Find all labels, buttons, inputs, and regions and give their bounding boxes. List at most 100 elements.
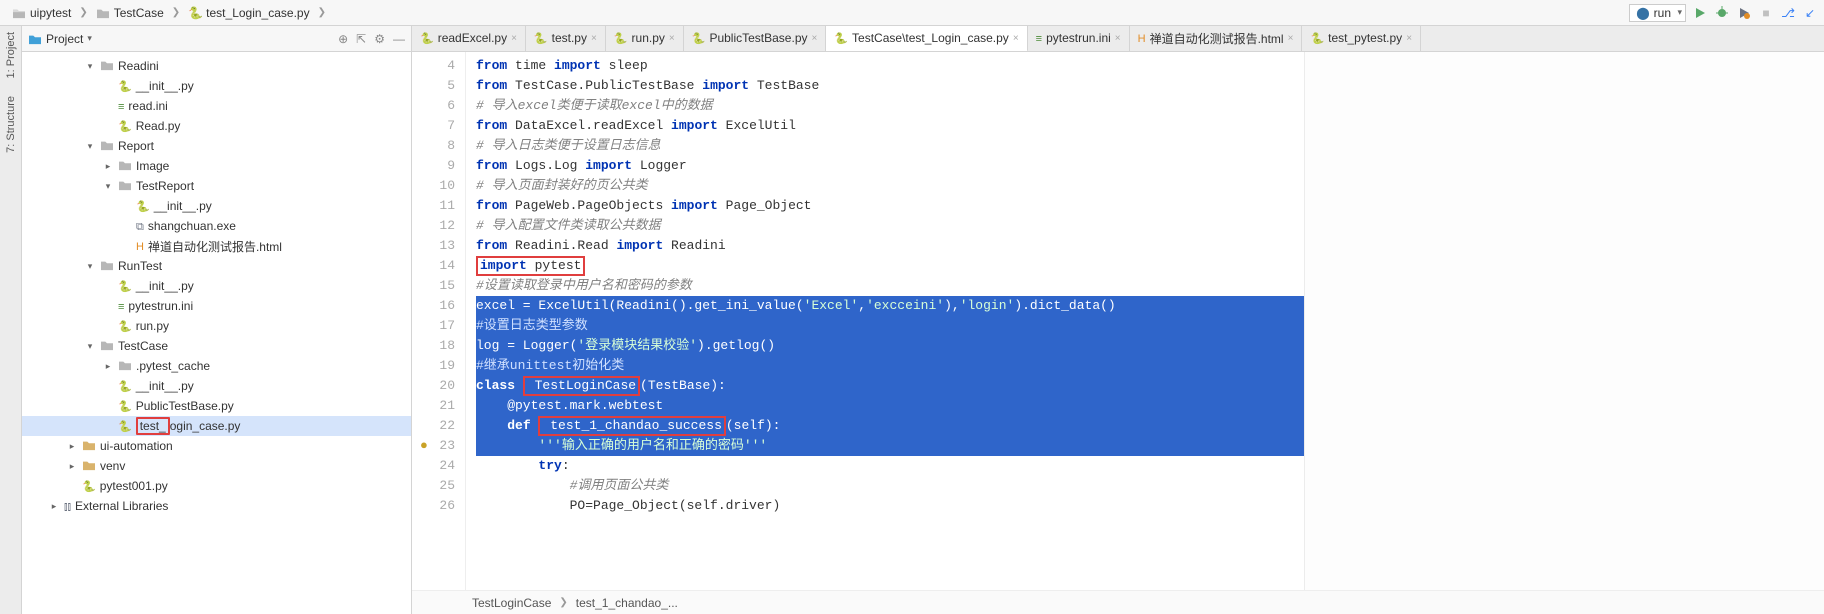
- close-icon[interactable]: ×: [1013, 33, 1019, 44]
- code-line[interactable]: #调用页面公共类: [476, 476, 1304, 496]
- dropdown-icon[interactable]: ▾: [87, 33, 92, 44]
- tree-label: Read.py: [136, 119, 181, 133]
- status-crumb-item[interactable]: test_1_chandao_...: [576, 596, 678, 610]
- vcs-branch-icon[interactable]: ⎇: [1780, 5, 1796, 21]
- tree-item[interactable]: 🐍Read.py: [22, 116, 411, 136]
- breadcrumb-item[interactable]: uipytest: [6, 4, 77, 22]
- hide-icon[interactable]: —: [393, 32, 405, 46]
- tree-item[interactable]: 🐍test_ogin_case.py: [22, 416, 411, 436]
- tree-item[interactable]: 🐍__init__.py: [22, 196, 411, 216]
- tree-item[interactable]: ⧉shangchuan.exe: [22, 216, 411, 236]
- code-line[interactable]: # 导入日志类便于设置日志信息: [476, 136, 1304, 156]
- tree-item[interactable]: ▸.pytest_cache: [22, 356, 411, 376]
- expander-icon[interactable]: ▸: [48, 501, 60, 512]
- tree-item[interactable]: ▸Image: [22, 156, 411, 176]
- editor-tab[interactable]: 🐍run.py×: [606, 26, 684, 51]
- status-crumb-item[interactable]: TestLoginCase: [472, 596, 551, 610]
- code-line[interactable]: from Logs.Log import Logger: [476, 156, 1304, 176]
- editor-tab[interactable]: 🐍test.py×: [526, 26, 606, 51]
- tree-item[interactable]: 🐍__init__.py: [22, 276, 411, 296]
- ini-icon: ≡: [1036, 31, 1042, 45]
- code-line[interactable]: def test_1_chandao_success(self):: [476, 416, 1304, 436]
- folder-icon: [28, 33, 42, 45]
- close-icon[interactable]: ×: [1115, 33, 1121, 44]
- editor-tab[interactable]: 🐍readExcel.py×: [412, 26, 526, 51]
- close-icon[interactable]: ×: [511, 33, 517, 44]
- tree-item[interactable]: ≡pytestrun.ini: [22, 296, 411, 316]
- code-editor[interactable]: from time import sleepfrom TestCase.Publ…: [466, 52, 1304, 590]
- code-breadcrumb: TestLoginCase ❯ test_1_chandao_...: [412, 590, 1824, 614]
- code-line[interactable]: excel = ExcelUtil(Readini().get_ini_valu…: [476, 296, 1304, 316]
- editor-tab[interactable]: ≡pytestrun.ini×: [1028, 26, 1130, 51]
- rail-structure[interactable]: 7: Structure: [5, 96, 17, 153]
- tree-item[interactable]: ▾RunTest: [22, 256, 411, 276]
- close-icon[interactable]: ×: [669, 33, 675, 44]
- expander-icon[interactable]: ▸: [66, 461, 78, 472]
- tree-item[interactable]: ▸⫾⫾External Libraries: [22, 496, 411, 516]
- code-line[interactable]: from DataExcel.readExcel import ExcelUti…: [476, 116, 1304, 136]
- expander-icon[interactable]: ▾: [84, 61, 96, 72]
- breadcrumb-label: uipytest: [30, 6, 71, 20]
- editor-tab[interactable]: H禅道自动化测试报告.html×: [1130, 26, 1303, 51]
- code-line[interactable]: #设置读取登录中用户名和密码的参数: [476, 276, 1304, 296]
- close-icon[interactable]: ×: [1288, 33, 1294, 44]
- vcs-update-icon[interactable]: ↙: [1802, 5, 1818, 21]
- tree-item[interactable]: 🐍__init__.py: [22, 376, 411, 396]
- tree-item[interactable]: ▸venv: [22, 456, 411, 476]
- expander-icon[interactable]: ▸: [66, 441, 78, 452]
- code-line[interactable]: # 导入excel类便于读取excel中的数据: [476, 96, 1304, 116]
- tree-label: __init__.py: [136, 379, 194, 393]
- tree-item[interactable]: H禅道自动化测试报告.html: [22, 236, 411, 256]
- code-line[interactable]: import pytest: [476, 256, 1304, 276]
- tree-item[interactable]: ▾TestCase: [22, 336, 411, 356]
- code-line[interactable]: '''输入正确的用户名和正确的密码''': [476, 436, 1304, 456]
- code-line[interactable]: # 导入页面封装好的页公共类: [476, 176, 1304, 196]
- tree-item[interactable]: ▾TestReport: [22, 176, 411, 196]
- rail-project[interactable]: 1: Project: [5, 32, 17, 78]
- code-line[interactable]: @pytest.mark.webtest: [476, 396, 1304, 416]
- code-line[interactable]: #设置日志类型参数: [476, 316, 1304, 336]
- editor-tab[interactable]: 🐍TestCase\test_Login_case.py×: [826, 26, 1027, 52]
- code-line[interactable]: #继承unittest初始化类: [476, 356, 1304, 376]
- code-line[interactable]: class TestLoginCase(TestBase):: [476, 376, 1304, 396]
- tree-item[interactable]: ▸ui-automation: [22, 436, 411, 456]
- tree-item[interactable]: ▾Readini: [22, 56, 411, 76]
- tree-item[interactable]: 🐍__init__.py: [22, 76, 411, 96]
- code-line[interactable]: try:: [476, 456, 1304, 476]
- tree-item[interactable]: 🐍pytest001.py: [22, 476, 411, 496]
- gear-icon[interactable]: ⚙: [374, 32, 385, 46]
- tab-label: PublicTestBase.py: [709, 31, 807, 45]
- tree-item[interactable]: 🐍run.py: [22, 316, 411, 336]
- expander-icon[interactable]: ▾: [84, 261, 96, 272]
- collapse-all-icon[interactable]: ⇱: [356, 32, 366, 46]
- code-line[interactable]: from TestCase.PublicTestBase import Test…: [476, 76, 1304, 96]
- scroll-from-source-icon[interactable]: ⊕: [338, 32, 348, 46]
- tree-item[interactable]: ▾Report: [22, 136, 411, 156]
- code-line[interactable]: from PageWeb.PageObjects import Page_Obj…: [476, 196, 1304, 216]
- stop-button[interactable]: ■: [1758, 5, 1774, 21]
- expander-icon[interactable]: ▾: [84, 141, 96, 152]
- close-icon[interactable]: ×: [1406, 33, 1412, 44]
- breadcrumb-item[interactable]: 🐍 test_Login_case.py: [182, 4, 315, 22]
- debug-button[interactable]: [1714, 5, 1730, 21]
- code-line[interactable]: PO=Page_Object(self.driver): [476, 496, 1304, 516]
- editor-tab[interactable]: 🐍test_pytest.py×: [1302, 26, 1421, 51]
- close-icon[interactable]: ×: [591, 33, 597, 44]
- code-line[interactable]: from Readini.Read import Readini: [476, 236, 1304, 256]
- code-line[interactable]: # 导入配置文件类读取公共数据: [476, 216, 1304, 236]
- editor-tab[interactable]: 🐍PublicTestBase.py×: [684, 26, 827, 51]
- expander-icon[interactable]: ▾: [102, 181, 114, 192]
- expander-icon[interactable]: ▸: [102, 361, 114, 372]
- run-coverage-button[interactable]: [1736, 5, 1752, 21]
- code-line[interactable]: log = Logger('登录模块结果校验').getlog(): [476, 336, 1304, 356]
- expander-icon[interactable]: ▸: [102, 161, 114, 172]
- project-tree[interactable]: ▾Readini🐍__init__.py≡read.ini🐍Read.py▾Re…: [22, 52, 411, 614]
- expander-icon[interactable]: ▾: [84, 341, 96, 352]
- close-icon[interactable]: ×: [812, 33, 818, 44]
- run-button[interactable]: [1692, 5, 1708, 21]
- code-line[interactable]: from time import sleep: [476, 56, 1304, 76]
- tree-item[interactable]: 🐍PublicTestBase.py: [22, 396, 411, 416]
- breadcrumb-item[interactable]: TestCase: [90, 4, 170, 22]
- tree-item[interactable]: ≡read.ini: [22, 96, 411, 116]
- run-config-dropdown[interactable]: ⬤ run: [1629, 4, 1686, 22]
